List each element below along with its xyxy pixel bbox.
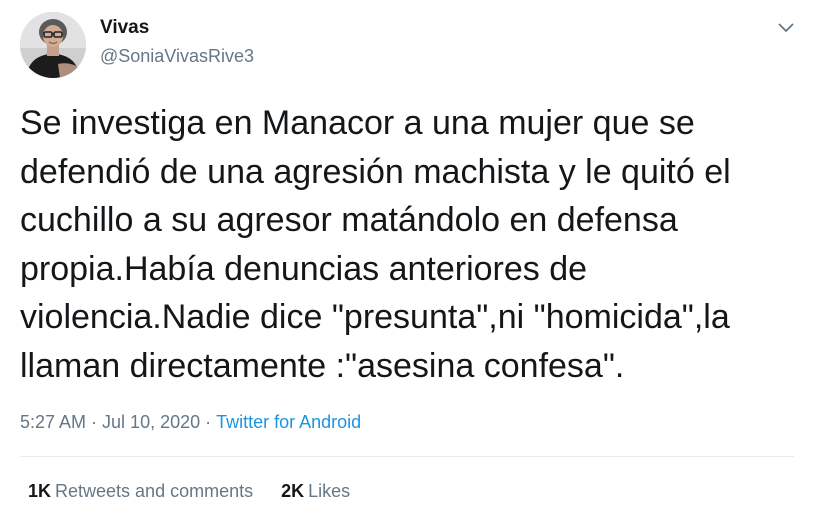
tweet-card: Vivas @SoniaVivasRive3 Se investiga en M… bbox=[0, 0, 814, 523]
retweets-count: 1K bbox=[28, 481, 52, 501]
tweet-meta: 5:27 AM · Jul 10, 2020 · Twitter for Android bbox=[20, 410, 361, 434]
user-handle[interactable]: @SoniaVivasRive3 bbox=[100, 44, 254, 68]
tweet-text: Se investiga en Manacor a una mujer que … bbox=[20, 104, 731, 385]
divider bbox=[20, 456, 794, 457]
likes-stat[interactable]: 2K Likes bbox=[281, 479, 350, 503]
chevron-down-icon bbox=[778, 23, 794, 32]
meta-separator: · bbox=[91, 412, 98, 432]
likes-label: Likes bbox=[308, 481, 351, 501]
tweet-menu-button[interactable] bbox=[774, 16, 798, 40]
tweet-time[interactable]: 5:27 AM bbox=[20, 412, 86, 432]
retweets-stat[interactable]: 1K Retweets and comments bbox=[28, 479, 253, 503]
likes-count: 2K bbox=[281, 481, 305, 501]
tweet-date[interactable]: Jul 10, 2020 bbox=[102, 412, 200, 432]
tweet-source-link[interactable]: Twitter for Android bbox=[216, 412, 361, 432]
meta-separator: · bbox=[205, 412, 212, 432]
profile-photo-icon bbox=[20, 12, 86, 78]
display-name[interactable]: Vivas bbox=[100, 16, 149, 40]
avatar[interactable] bbox=[20, 12, 86, 78]
tweet-stats: 1K Retweets and comments 2K Likes bbox=[28, 479, 350, 503]
retweets-label: Retweets and comments bbox=[55, 481, 254, 501]
